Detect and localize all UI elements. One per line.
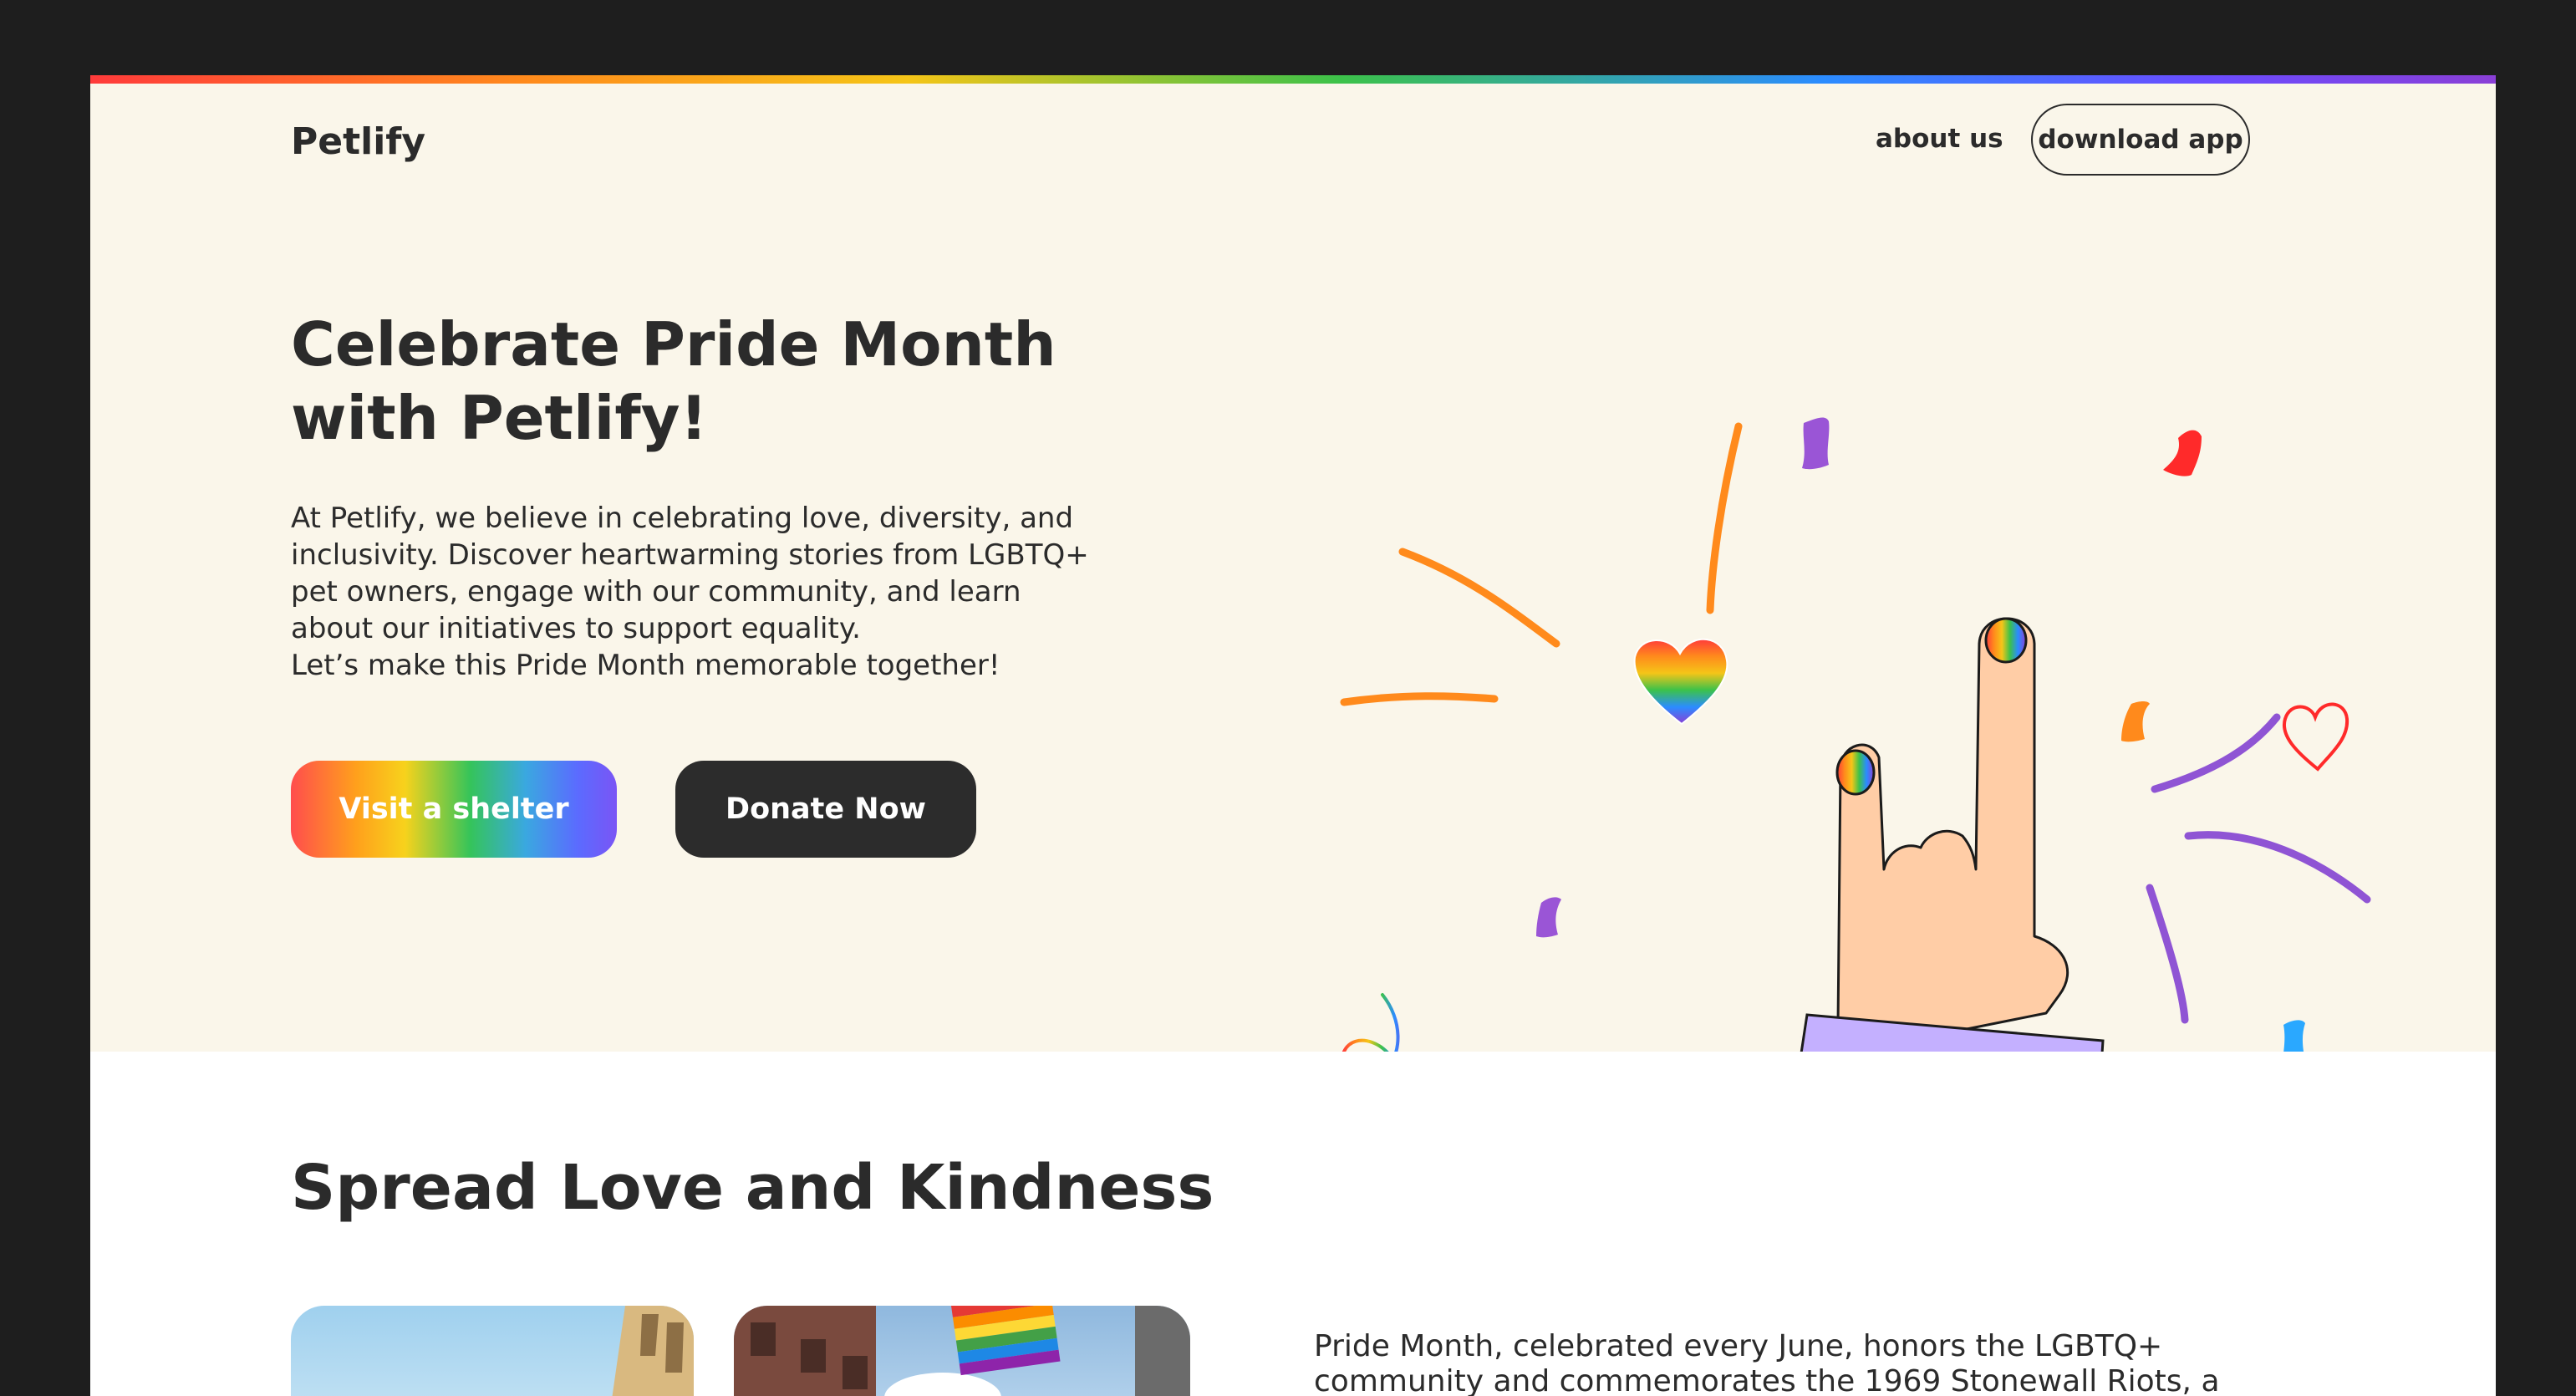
hero-title: Celebrate Pride Month with Petlify! — [291, 308, 1127, 455]
pride-photo-city — [291, 1306, 694, 1396]
download-app-button[interactable]: download app — [2031, 104, 2250, 176]
visit-shelter-button[interactable]: Visit a shelter — [291, 761, 617, 858]
rock-on-hand-illustration — [1340, 417, 2371, 1052]
donate-now-button[interactable]: Donate Now — [675, 761, 976, 858]
rainbow-top-bar — [90, 75, 2496, 84]
hero-title-line: Celebrate Pride Month — [291, 309, 1056, 380]
hero-description-line: about our initiatives to support equalit… — [291, 612, 861, 645]
section-body-text: Pride Month, celebrated every June, hono… — [1314, 1329, 2384, 1396]
pride-photo-flag — [734, 1306, 1190, 1396]
section-body-line: community and commemorates the 1969 Ston… — [1314, 1364, 2220, 1396]
curly-arrow-icon — [1341, 993, 1400, 1052]
hero-description: At Petlify, we believe in celebrating lo… — [291, 500, 1143, 684]
logo[interactable]: Petlify — [291, 120, 425, 163]
hero-description-line: Let’s make this Pride Month memorable to… — [291, 649, 1000, 682]
page-frame: Petlify about us download app Celebrate … — [90, 75, 2496, 1396]
hero-description-line: inclusivity. Discover heartwarming stori… — [291, 538, 1089, 572]
hero-title-line: with Petlify! — [291, 383, 708, 453]
hero-description-line: pet owners, engage with our community, a… — [291, 575, 1021, 609]
section-title: Spread Love and Kindness — [291, 1152, 1214, 1224]
rainbow-heart-icon — [1633, 638, 1728, 726]
hero-section: Petlify about us download app Celebrate … — [90, 84, 2496, 1052]
nav-about-link[interactable]: about us — [1876, 124, 2003, 154]
hero-description-line: At Petlify, we believe in celebrating lo… — [291, 502, 1074, 535]
section-body-line: Pride Month, celebrated every June, hono… — [1314, 1329, 2163, 1363]
heart-outline-icon — [2282, 702, 2349, 772]
